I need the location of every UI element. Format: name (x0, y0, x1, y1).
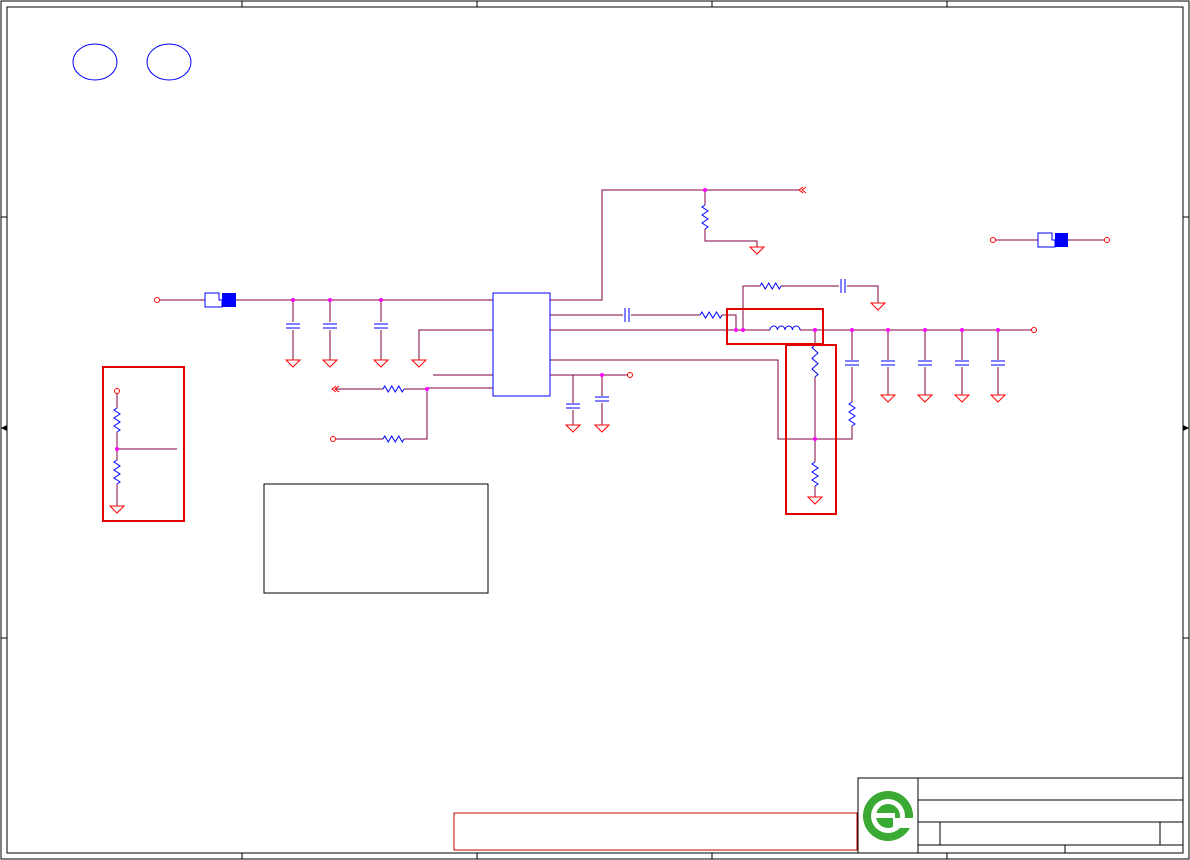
ground-symbol (748, 246, 766, 255)
capacitor (374, 323, 388, 329)
note-box (263, 483, 489, 594)
ground-symbol (879, 394, 897, 403)
resistor (699, 311, 723, 319)
capacitor (840, 279, 846, 293)
resistor (848, 401, 856, 427)
port (114, 388, 120, 394)
resistor (811, 344, 819, 378)
schematic-sheet (0, 0, 1190, 860)
ground-symbol (284, 359, 302, 368)
port-vin (154, 297, 160, 303)
inductor (769, 325, 801, 331)
resistor (382, 435, 405, 443)
resistor (382, 385, 405, 393)
ground-symbol (372, 359, 390, 368)
capacitor (323, 323, 337, 329)
capacitor (955, 360, 969, 366)
components (108, 204, 1007, 514)
highlight-regions (102, 308, 837, 522)
port (627, 372, 633, 378)
capacitor (624, 308, 630, 322)
junctions (115, 188, 1000, 451)
capacitor (566, 403, 580, 409)
ground-symbol (564, 424, 582, 433)
ground-symbol (953, 394, 971, 403)
input-connector (204, 292, 236, 308)
ground-symbol (593, 424, 611, 433)
port-vout (1031, 327, 1037, 333)
capacitor (845, 360, 859, 366)
output-connector (1037, 232, 1068, 248)
resistor (759, 282, 782, 290)
ground-symbol (916, 394, 934, 403)
resistor (113, 407, 121, 433)
capacitor (595, 396, 609, 402)
ground-symbol (869, 302, 887, 311)
highlight-feedback (785, 344, 837, 515)
port (990, 237, 996, 243)
fiducial-circle (72, 43, 118, 81)
sheet-connector (798, 186, 807, 194)
ground-symbol (410, 359, 428, 368)
resistor (811, 461, 819, 487)
ground-symbol (108, 505, 126, 514)
left-divider-wires (116, 392, 177, 506)
capacitor (918, 360, 932, 366)
port (330, 436, 336, 442)
ports (114, 237, 1110, 442)
capacitor (991, 360, 1005, 366)
ground-symbol (989, 394, 1007, 403)
ground-symbol (806, 496, 824, 505)
regulator-ic (492, 292, 551, 397)
resistor (701, 204, 709, 230)
footer-box (453, 812, 858, 851)
sheet-frame (0, 0, 1190, 860)
capacitor (286, 323, 300, 329)
fiducial-circle (146, 43, 192, 81)
ground-symbol (321, 359, 339, 368)
wires (157, 189, 1106, 497)
e-circle-logo-icon (863, 791, 913, 841)
capacitor (881, 360, 895, 366)
resistor (113, 459, 121, 485)
port (1104, 237, 1110, 243)
